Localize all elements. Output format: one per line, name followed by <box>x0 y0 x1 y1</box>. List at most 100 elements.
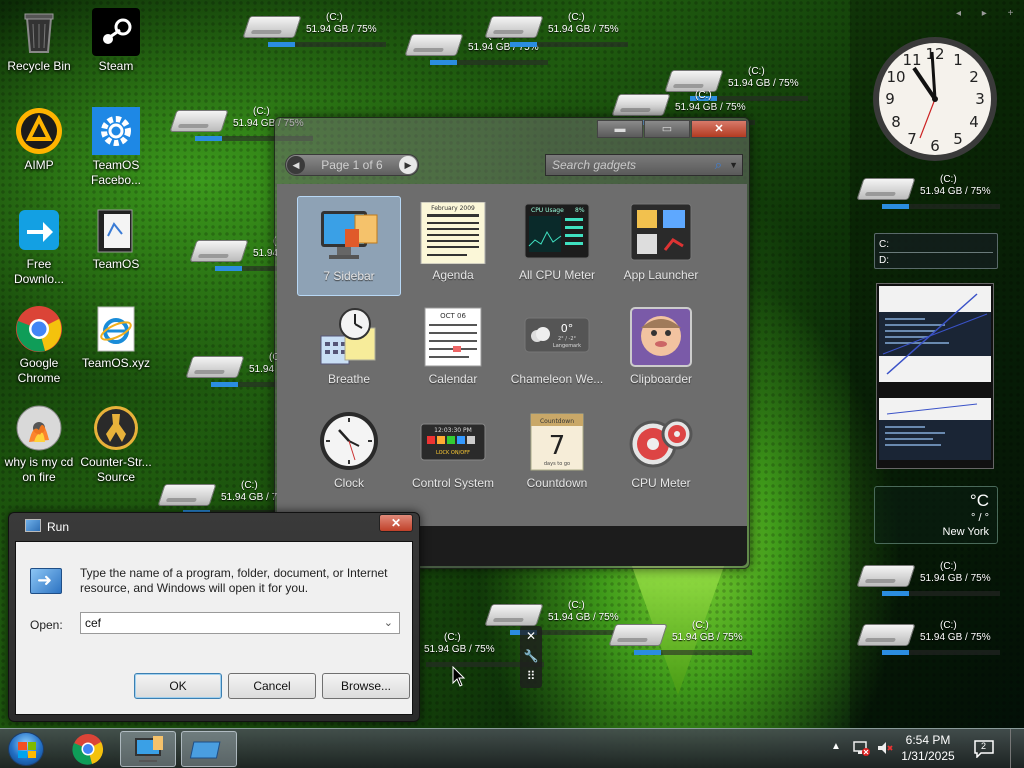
svg-text:1: 1 <box>953 51 963 69</box>
maximize-button[interactable]: ▭ <box>644 120 690 138</box>
desktop-icon-label: AIMP <box>24 158 54 172</box>
action-center-icon[interactable]: 2 <box>974 740 994 759</box>
run-program-icon <box>30 568 62 594</box>
drive-list-gadget[interactable]: C: D: <box>874 233 998 269</box>
slideshow-gadget[interactable] <box>876 283 994 469</box>
show-hidden-icons-button[interactable]: ▲ <box>831 741 841 752</box>
windows-logo-icon <box>18 742 36 758</box>
desktop-icon-free-download[interactable]: Free Downlo... <box>1 206 77 287</box>
svg-text:5: 5 <box>953 130 963 148</box>
search-icon[interactable]: ⌕ <box>715 155 722 175</box>
gadget-tile-all-cpu-meter[interactable]: CPU Usage 8% All CPU Meter <box>505 196 609 296</box>
gadget-gallery-window[interactable]: ▬ ▭ ✕ ◀ Page 1 of 6 ▶ Search gadgets ⌕ ▼… <box>274 117 750 569</box>
desktop-icon-label: Steam <box>98 59 134 73</box>
svg-text:Countdown: Countdown <box>540 418 574 425</box>
svg-text:7: 7 <box>549 431 566 461</box>
desktop-icon-label: TeamOS <box>92 257 140 271</box>
gadget-tile-control-system[interactable]: 12:03:30 PM LOCK ON/OFF Control System <box>401 404 505 504</box>
aimp-icon <box>15 107 63 155</box>
taskbar-run[interactable] <box>181 731 237 767</box>
previous-page-button[interactable]: ◀ <box>287 156 305 174</box>
close-icon[interactable]: ✕ <box>520 626 542 646</box>
gadget-tile-breathe[interactable]: Breathe <box>297 300 401 400</box>
gadget-tile-clipboarder[interactable]: Clipboarder <box>609 300 713 400</box>
chevron-down-icon[interactable]: ▼ <box>729 155 738 175</box>
gadget-name: Clipboarder <box>629 372 693 386</box>
run-description: Type the name of a program, folder, docu… <box>80 566 388 595</box>
cancel-button[interactable]: Cancel <box>228 673 316 699</box>
drive-usage-bar <box>882 204 1000 209</box>
network-icon[interactable] <box>852 739 870 757</box>
start-button[interactable] <box>8 732 44 766</box>
drive-gadget[interactable]: (C:)51.94 GB / 75% <box>856 620 1010 660</box>
drive-usage: 51.94 GB / 75% <box>920 186 991 197</box>
hard-drive-icon <box>856 178 916 200</box>
svg-text:0°: 0° <box>561 322 574 335</box>
drive-letter: (C:) <box>444 632 461 643</box>
desktop-icon-label: Free Downlo... <box>13 257 65 286</box>
clipboarder-baby-photo-icon <box>627 306 695 368</box>
desktop-icon-recycle-bin[interactable]: Recycle Bin <box>1 8 77 74</box>
weather-range: ° / ° <box>971 512 989 524</box>
page-indicator: Page 1 of 6 <box>321 158 383 172</box>
drive-letter: (C:) <box>695 90 712 101</box>
taskbar-gadget-gallery[interactable] <box>120 731 176 767</box>
show-desktop-button[interactable] <box>1010 729 1024 768</box>
drive-gadget[interactable]: (C:)51.94 GB / 75% <box>856 174 1010 214</box>
wrench-icon[interactable]: 🔧 <box>520 646 542 666</box>
svg-text:Langemark: Langemark <box>553 343 581 349</box>
drive-gadget[interactable]: (C:)51.94 GB / 75% <box>856 561 1010 601</box>
weather-gadget[interactable]: °C ° / ° New York <box>874 486 998 544</box>
search-gadgets-input[interactable]: Search gadgets ⌕ ▼ <box>545 154 743 176</box>
desktop-icon-teamos-xyz[interactable]: TeamOS.xyz <box>78 305 154 371</box>
close-button[interactable]: ✕ <box>691 120 747 138</box>
drive-letter: (C:) <box>940 174 957 185</box>
desktop-icon-steam[interactable]: Steam <box>78 8 154 74</box>
taskbar-date: 1/31/2025 <box>901 749 955 763</box>
gadget-name: All CPU Meter <box>518 268 595 282</box>
hard-drive-icon <box>608 624 668 646</box>
taskbar-clock[interactable]: 6:54 PM 1/31/2025 <box>892 732 964 764</box>
taskbar: ▲ 6:54 PM 1/31/2025 2 <box>0 728 1024 768</box>
gadget-name: Agenda <box>432 268 474 282</box>
drag-handle-icon[interactable]: ⠿ <box>520 666 542 686</box>
svg-text:CPU Usage: CPU Usage <box>531 207 564 214</box>
gadget-tile-7-sidebar[interactable]: 7 Sidebar <box>297 196 401 296</box>
desktop-icon-teamos-facebook[interactable]: TeamOS Facebo... <box>78 107 154 188</box>
drive-usage: 51.94 GB / 75% <box>306 24 377 35</box>
desktop-icon-google-chrome[interactable]: Google Chrome <box>1 305 77 386</box>
run-dialog[interactable]: Run ✕ Type the name of a program, folder… <box>8 512 420 722</box>
chevron-down-icon[interactable]: ⌄ <box>384 613 393 633</box>
next-page-button[interactable]: ▶ <box>399 156 417 174</box>
taskbar-chrome[interactable] <box>60 731 116 767</box>
gadget-tile-clock[interactable]: Clock <box>297 404 401 504</box>
desktop-icon-aimp[interactable]: AIMP <box>1 107 77 173</box>
drive-letter: (C:) <box>748 66 765 77</box>
browse-button[interactable]: Browse... <box>322 673 410 699</box>
agenda-calendar-icon: February 2009 <box>419 201 487 265</box>
gadget-tile-calendar[interactable]: OCT 06 Calendar <box>401 300 505 400</box>
gadget-tile-app-launcher[interactable]: App Launcher <box>609 196 713 296</box>
drive-usage: 51.94 GB / 75% <box>920 632 991 643</box>
svg-text:LOCK ON/OFF: LOCK ON/OFF <box>436 450 470 456</box>
desktop-icon-counter-strike[interactable]: Counter-Str... Source <box>78 404 154 485</box>
minimize-button[interactable]: ▬ <box>597 120 643 138</box>
desktop-icon-burning-cd[interactable]: why is my cd on fire <box>1 404 77 485</box>
gadget-tile-agenda[interactable]: February 2009 Agenda <box>401 196 505 296</box>
ok-button[interactable]: OK <box>134 673 222 699</box>
open-combobox[interactable]: cef ⌄ <box>80 612 400 634</box>
gadget-tile-cpu-meter[interactable]: CPU Meter <box>609 404 713 504</box>
desktop-icon-teamos[interactable]: TeamOS <box>78 206 154 272</box>
gadget-name: CPU Meter <box>631 476 691 490</box>
slideshow-preview-image <box>879 286 991 460</box>
teamos-folder-icon <box>92 206 140 254</box>
close-button[interactable]: ✕ <box>379 514 413 532</box>
gadget-tile-chameleon-weather[interactable]: 0° 2° / -2° Langemark Chameleon We... <box>505 300 609 400</box>
gadget-tile-countdown[interactable]: Countdown 7 days to go Countdown <box>505 404 609 504</box>
sidebar-nav[interactable]: ◂ ▸ + <box>956 8 1022 19</box>
drive-gadget[interactable]: (C:)51.94 GB / 75% <box>242 12 396 52</box>
open-input-value[interactable]: cef <box>85 616 101 630</box>
clock-gadget[interactable]: 12 1 2 345 678 9 10 11 <box>870 34 1000 164</box>
drive-gadget[interactable]: (C:)51.94 GB / 75% <box>608 620 762 660</box>
drive-gadget[interactable]: (C:)51.94 GB / 75% <box>484 12 638 52</box>
